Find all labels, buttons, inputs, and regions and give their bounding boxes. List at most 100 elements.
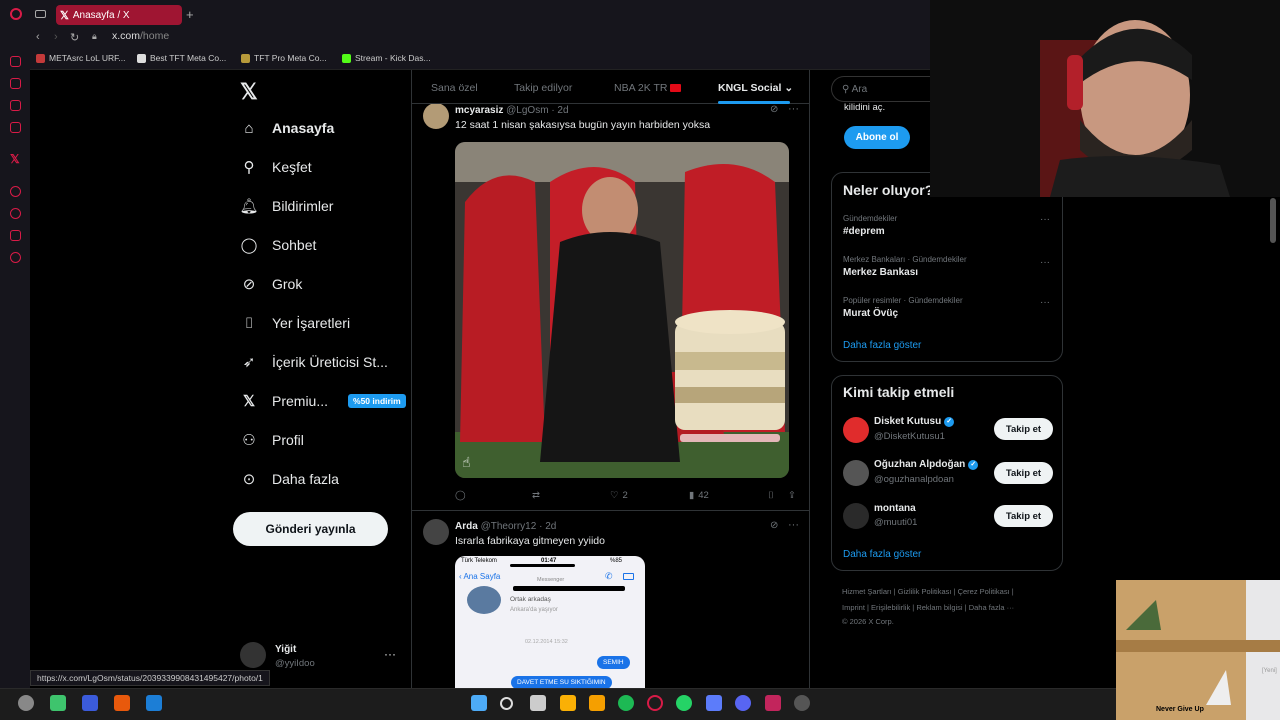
post-author[interactable]: Arda @Theorry12 · 2d bbox=[455, 521, 556, 532]
account-switcher[interactable]: Yiğit @yyiIdoo ··· bbox=[240, 642, 400, 672]
taskbar-opera-icon[interactable] bbox=[647, 695, 663, 711]
sidebar-app-icon[interactable] bbox=[10, 56, 21, 67]
reply-button[interactable]: ◯ bbox=[455, 490, 466, 501]
sidebar-app-icon[interactable] bbox=[10, 100, 21, 111]
tab-following[interactable]: Takip edilyor bbox=[514, 82, 572, 94]
taskbar-app-icon[interactable] bbox=[794, 695, 810, 711]
webcam-illustration bbox=[930, 0, 1280, 197]
nav-item-chat[interactable]: ◯ Sohbet bbox=[240, 236, 317, 254]
sidebar-x-icon[interactable]: 𝕏 bbox=[10, 152, 20, 166]
grok-icon[interactable]: ⊘ bbox=[770, 104, 778, 115]
browser-tab-bar: 𝕏 Anasayfa / X + bbox=[0, 0, 930, 28]
taskbar-explorer-icon[interactable] bbox=[589, 695, 605, 711]
sidebar-history-icon[interactable] bbox=[10, 208, 21, 219]
sidebar-app-icon[interactable] bbox=[10, 230, 21, 241]
taskbar-app-icon[interactable] bbox=[146, 695, 162, 711]
account-more-icon[interactable]: ··· bbox=[384, 647, 396, 661]
follow-button[interactable]: Takip et bbox=[994, 505, 1053, 527]
bookmark-button[interactable]: ⌷ bbox=[768, 490, 774, 501]
taskbar-app-icon[interactable] bbox=[114, 695, 130, 711]
post-more-icon[interactable]: ··· bbox=[788, 519, 799, 531]
tab-switcher-icon[interactable] bbox=[35, 10, 46, 18]
search-input[interactable]: ⚲ Ara bbox=[831, 76, 931, 102]
avatar[interactable] bbox=[423, 519, 449, 545]
trend-more-icon[interactable]: ··· bbox=[1040, 214, 1050, 225]
phone-call-icon: ✆ bbox=[605, 571, 613, 581]
sidebar-settings-icon[interactable] bbox=[10, 252, 21, 263]
tab-kngl-social[interactable]: KNGL Social ⌄ bbox=[718, 82, 793, 94]
nav-item-grok[interactable]: ⊘ Grok bbox=[240, 275, 303, 293]
subscribe-button[interactable]: Abone ol bbox=[844, 126, 910, 149]
footer-links[interactable]: Imprint | Erişilebilirlik | Reklam bilgi… bbox=[842, 603, 1014, 612]
post-more-icon[interactable]: ··· bbox=[788, 103, 799, 115]
nav-item-notifications[interactable]: 🔔︎ Bildirimler bbox=[239, 197, 333, 215]
suggestion-name-text: montana bbox=[874, 503, 916, 514]
taskbar-spotify-icon[interactable] bbox=[618, 695, 634, 711]
tab-label: KNGL Social bbox=[718, 82, 782, 94]
premium-discount-badge: %50 indirim bbox=[348, 394, 406, 408]
bookmark-item[interactable]: Stream - Kick Das... bbox=[342, 53, 431, 63]
taskbar-shield-icon[interactable] bbox=[82, 695, 98, 711]
views-button[interactable]: ▮ 42 bbox=[689, 490, 709, 501]
nav-item-creator-studio[interactable]: ➶ İçerik Üreticisi St... bbox=[240, 353, 388, 371]
footer-links[interactable]: Hizmet Şartları | Gizlilik Politikası | … bbox=[842, 587, 1014, 596]
taskbar-app-icon[interactable] bbox=[18, 695, 34, 711]
tab-nba2k-tr[interactable]: NBA 2K TR bbox=[614, 82, 682, 94]
taskbar-app-icon[interactable] bbox=[765, 695, 781, 711]
nav-item-more[interactable]: ⊙ Daha fazla bbox=[240, 470, 339, 488]
suggestion-name-text: Oğuzhan Alpdoğan bbox=[874, 459, 966, 470]
taskbar-search-icon[interactable] bbox=[500, 697, 513, 710]
bookmark-item[interactable]: Best TFT Meta Co... bbox=[137, 53, 226, 63]
share-button[interactable]: ⇪ bbox=[788, 490, 796, 501]
nav-item-bookmarks[interactable]: ⌷ Yer İşaretleri bbox=[240, 314, 350, 332]
suggestion-handle: @muuti01 bbox=[874, 517, 918, 528]
repost-button[interactable]: ⇄ bbox=[532, 490, 540, 501]
taskbar-discord-icon[interactable] bbox=[735, 695, 751, 711]
taskbar-heart-icon[interactable] bbox=[50, 695, 66, 711]
taskbar-whatsapp-icon[interactable] bbox=[676, 695, 692, 711]
search-icon: ⚲ bbox=[842, 84, 850, 95]
browser-tab-active[interactable]: 𝕏 Anasayfa / X bbox=[56, 5, 182, 25]
forward-icon[interactable]: › bbox=[54, 31, 58, 43]
post-button[interactable]: Gönderi yayınla bbox=[233, 512, 388, 546]
sidebar-app-icon[interactable] bbox=[10, 122, 21, 133]
nav-item-profile[interactable]: ⚇ Profil bbox=[240, 431, 304, 449]
active-tab-indicator bbox=[718, 101, 790, 104]
back-icon[interactable]: ‹ bbox=[36, 31, 40, 43]
bookmark-item[interactable]: METAsrc LoL URF... bbox=[36, 53, 126, 63]
tab-for-you[interactable]: Sana özel bbox=[431, 82, 478, 94]
follow-button[interactable]: Takip et bbox=[994, 418, 1053, 440]
nav-item-home[interactable]: ⌂ Anasayfa bbox=[240, 119, 334, 137]
windows-start-icon[interactable] bbox=[471, 695, 487, 711]
reload-icon[interactable]: ↻ bbox=[70, 31, 79, 44]
trend-more-icon[interactable]: ··· bbox=[1040, 257, 1050, 268]
message-bubble: SEMIH bbox=[597, 656, 630, 669]
sidebar-app-icon[interactable] bbox=[10, 186, 21, 197]
post-photo[interactable] bbox=[455, 142, 789, 478]
avatar[interactable] bbox=[423, 103, 449, 129]
nav-item-premium[interactable]: 𝕏 Premiu... %50 indirim bbox=[240, 392, 406, 410]
address-bar[interactable]: x.com/home bbox=[112, 30, 169, 42]
avatar bbox=[467, 586, 501, 614]
follow-button[interactable]: Takip et bbox=[994, 462, 1053, 484]
show-more-link[interactable]: Daha fazla göster bbox=[843, 549, 921, 560]
x-logo-icon[interactable]: 𝕏 bbox=[240, 79, 258, 105]
nav-item-explore[interactable]: ⚲ Keşfet bbox=[240, 158, 312, 176]
like-button[interactable]: ♡ 2 bbox=[610, 490, 628, 501]
taskbar-app-icon[interactable] bbox=[706, 695, 722, 711]
post-author[interactable]: mcyarasiz @LgOsm · 2d bbox=[455, 105, 569, 116]
sidebar-app-icon[interactable] bbox=[10, 78, 21, 89]
taskbar-files-icon[interactable] bbox=[560, 695, 576, 711]
grok-icon[interactable]: ⊘ bbox=[770, 520, 778, 531]
bookmark-item[interactable]: TFT Pro Meta Co... bbox=[241, 53, 327, 63]
post-photo[interactable]: Türk Telekom 01:47 %85 ‹ Ana Sayfa Messe… bbox=[455, 556, 645, 688]
opera-logo-icon[interactable] bbox=[10, 8, 22, 20]
new-tab-button[interactable]: + bbox=[186, 7, 194, 22]
taskbar-widgets-icon[interactable] bbox=[530, 695, 546, 711]
page-scrollbar[interactable] bbox=[1270, 198, 1276, 243]
trend-more-icon[interactable]: ··· bbox=[1040, 297, 1050, 308]
nav-label: Anasayfa bbox=[272, 120, 335, 136]
copyright: © 2026 X Corp. bbox=[842, 617, 894, 626]
bookmark-label: Best TFT Meta Co... bbox=[150, 53, 227, 63]
show-more-link[interactable]: Daha fazla göster bbox=[843, 340, 921, 351]
